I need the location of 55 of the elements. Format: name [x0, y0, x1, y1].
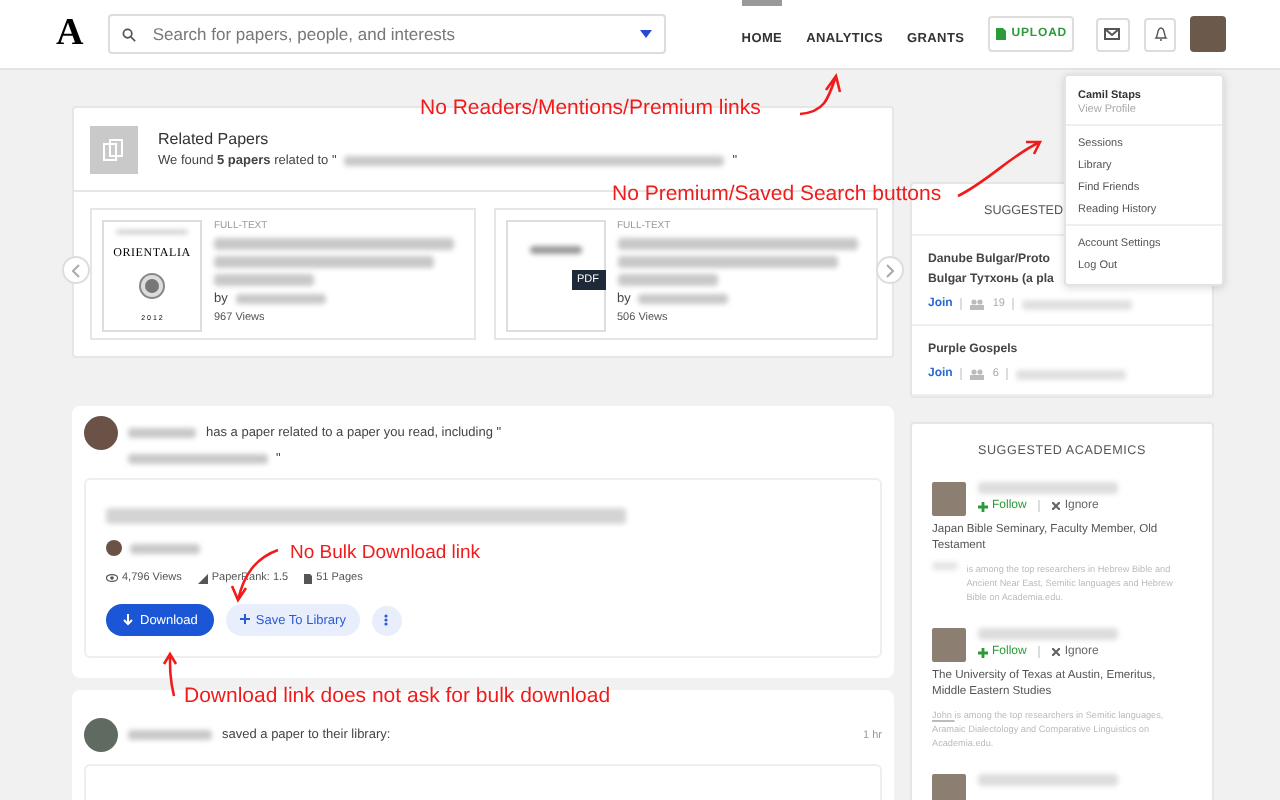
eye-icon [106, 574, 118, 582]
related-papers-title: Related Papers [158, 130, 271, 148]
annotation-arrow [956, 140, 1042, 198]
academia-logo[interactable]: A [56, 12, 109, 56]
download-arrow-icon [122, 614, 134, 626]
search-field[interactable]: Search for papers, people, and interests [108, 14, 666, 54]
blurred-text [1022, 299, 1133, 309]
caret-icon [639, 30, 652, 38]
blurred-text [128, 428, 196, 438]
blurred-text [1016, 369, 1127, 379]
close-icon [1052, 648, 1061, 656]
blurred-text [978, 482, 1118, 494]
papers-icon [90, 125, 138, 173]
plus-icon [978, 501, 988, 511]
vertical-dots-icon [384, 614, 389, 626]
search-icon [122, 27, 137, 41]
avatar [84, 416, 118, 450]
avatar [106, 540, 122, 556]
members-icon [970, 298, 985, 310]
avatar [84, 718, 118, 752]
blurred-text [617, 274, 717, 286]
annotation-arrow [798, 74, 842, 116]
close-icon [1052, 502, 1061, 510]
blurred-text [130, 543, 200, 553]
annotation-arrow [162, 652, 178, 698]
blurred-text [529, 246, 581, 254]
members-icon [970, 368, 985, 380]
blurred-text [128, 730, 212, 740]
chevron-right-icon [886, 263, 894, 277]
previous-button[interactable] [62, 256, 90, 284]
profile-photo [932, 482, 966, 516]
page-icon [304, 573, 313, 583]
bell-icon[interactable] [1143, 17, 1177, 51]
more-options-button[interactable] [371, 605, 402, 635]
blurred-text [638, 294, 729, 304]
blurred-text [214, 274, 314, 286]
profile-photo [932, 628, 966, 662]
document-icon [995, 28, 1006, 40]
annotation-text: No Readers/Mentions/Premium links [420, 96, 761, 120]
blurred-text [235, 294, 326, 304]
annotation-text: No Premium/Saved Search buttons [612, 182, 942, 206]
blurred-text [978, 628, 1118, 640]
plus-icon [978, 647, 988, 657]
blurred-text [978, 774, 1118, 786]
chevron-left-icon [72, 263, 80, 277]
annotation-text: No Bulk Download link [290, 542, 481, 564]
plus-icon [239, 613, 250, 623]
annotation-text: Download link does not ask for bulk download [184, 684, 611, 708]
signal-bars-icon [197, 573, 208, 583]
profile-photo [932, 774, 966, 800]
user-avatar[interactable] [1190, 16, 1226, 52]
blurred-text [128, 454, 268, 464]
seal-icon [138, 272, 166, 301]
next-button[interactable] [876, 256, 904, 284]
mail-icon[interactable] [1096, 17, 1130, 51]
